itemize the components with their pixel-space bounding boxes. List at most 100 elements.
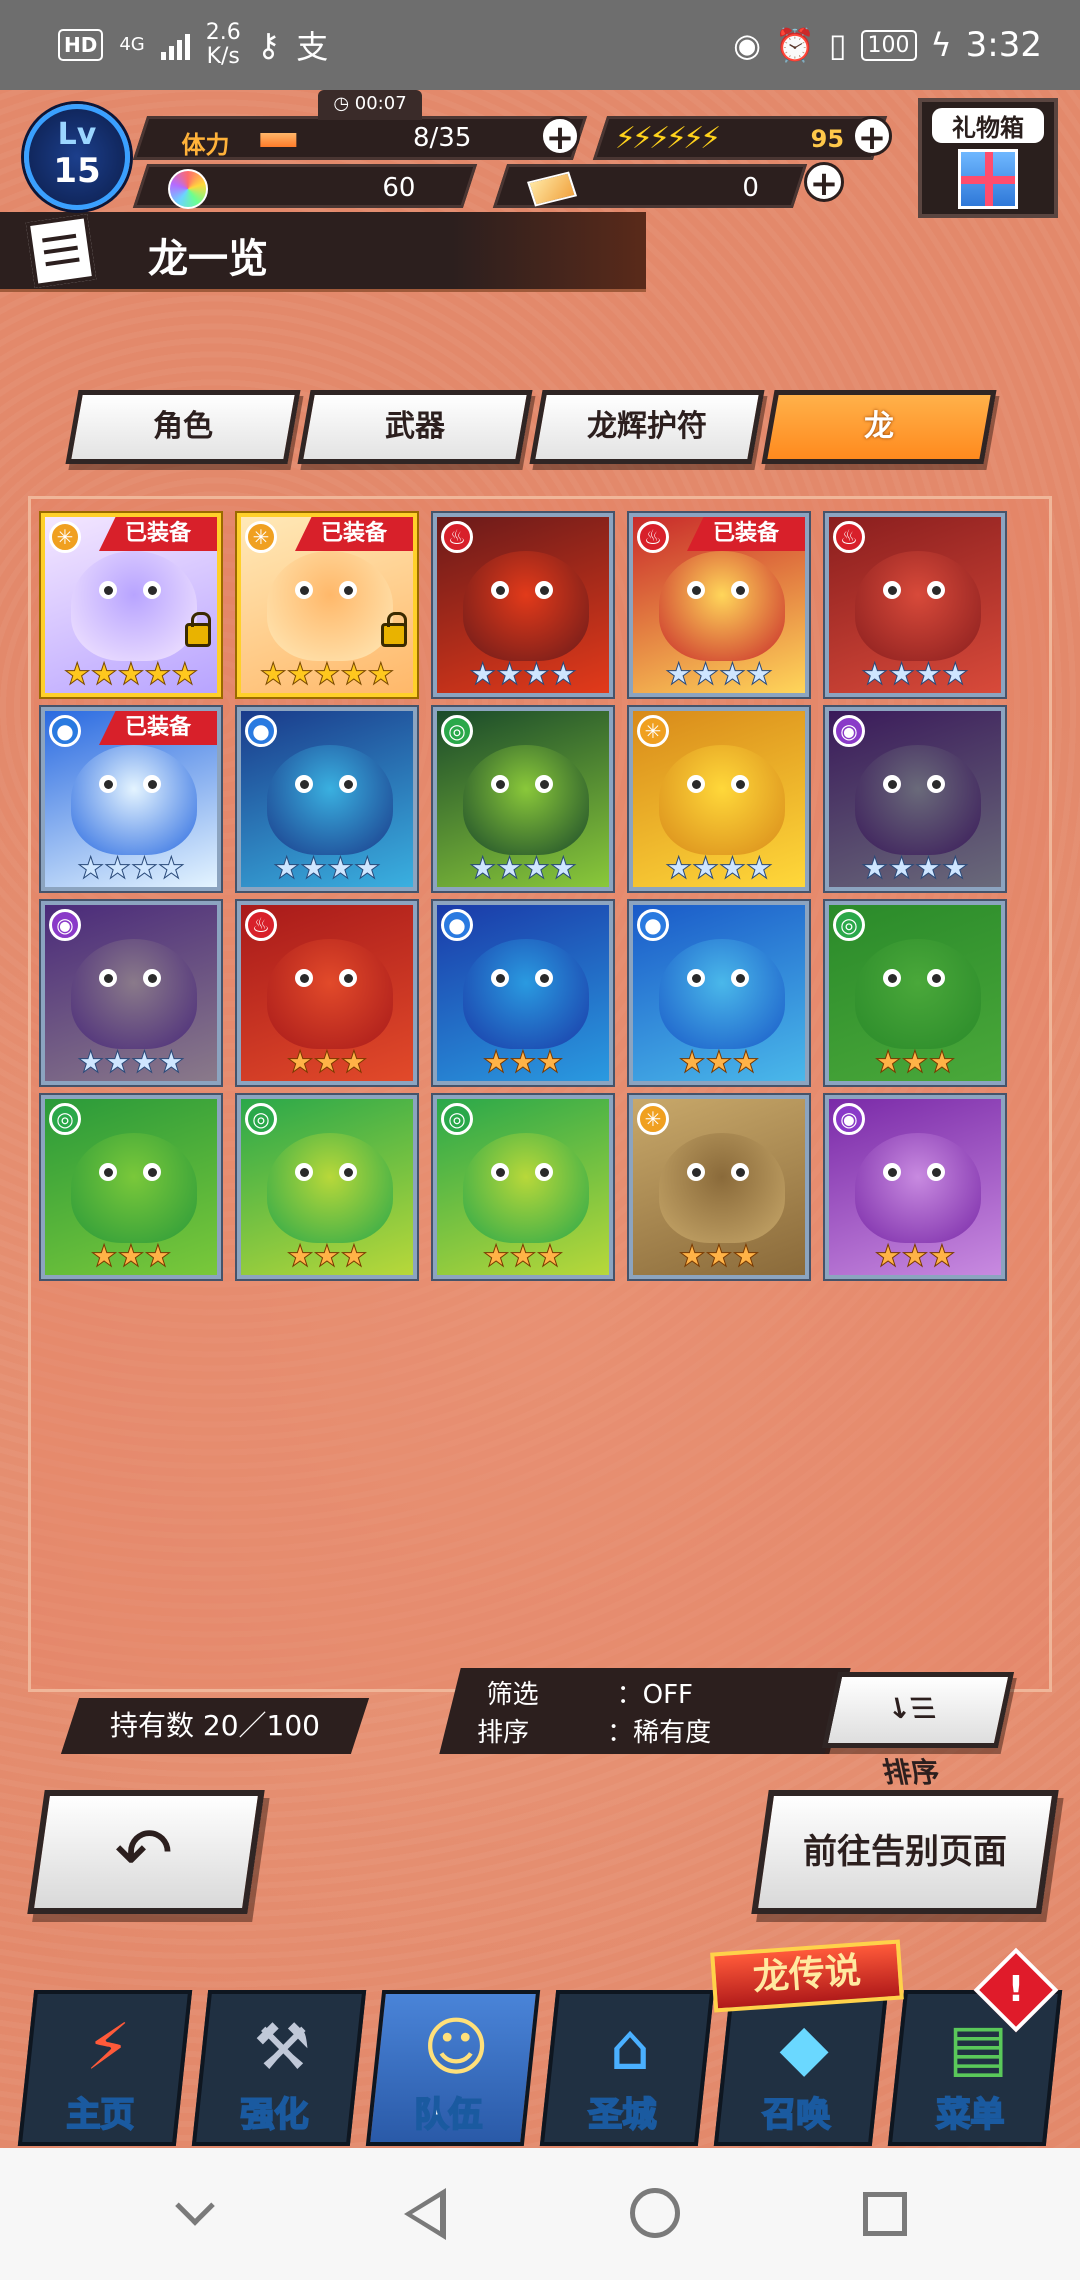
rarity-stars: ★★★ (482, 1045, 564, 1080)
stamina-value: 8/35 (413, 123, 472, 153)
rarity-stars: ★★★ (90, 1239, 172, 1274)
dragon-card[interactable]: ● ★★★★ (237, 707, 417, 891)
add-stamina-button[interactable]: + (540, 116, 580, 157)
rarity-stars: ★★★★ (77, 851, 186, 886)
nav-item-team[interactable]: ☺ 队伍 (365, 1990, 541, 2146)
equipped-badge: 已装备 (295, 517, 413, 551)
rarity-stars: ★★★★ (665, 851, 774, 886)
ticket-bar: 0 (492, 164, 808, 208)
rarity-stars: ★★★★ (861, 657, 970, 692)
tab-wyrmprints[interactable]: 龙辉护符 (529, 390, 765, 464)
player-level-badge: Lv 15 (24, 104, 130, 210)
vpn-key-icon: ⚷ (256, 26, 281, 64)
equipped-badge: 已装备 (99, 517, 217, 551)
sort-button[interactable]: ↓☰ 排序 (821, 1672, 1015, 1789)
water-element-icon: ● (441, 909, 473, 941)
light-element-icon: ✳ (637, 1103, 669, 1135)
battery-icon: 100 (860, 29, 917, 61)
dragon-card[interactable]: ◉ ★★★★ (825, 707, 1005, 891)
add-ticket-button[interactable]: + (804, 162, 844, 203)
sort-status-row: 排序 ：稀有度 (477, 1718, 712, 1748)
rarity-stars: ★★★★★ (259, 657, 395, 692)
gem-bar: 60 (132, 164, 478, 209)
shadow-element-icon: ◉ (833, 715, 865, 747)
farewell-page-button[interactable]: 前往告别页面 (751, 1790, 1059, 1914)
dragon-card[interactable]: ◎ ★★★ (41, 1095, 221, 1279)
nav-item-castle[interactable]: ⌂ 圣城 (539, 1990, 715, 2146)
gem-value: 60 (382, 173, 416, 203)
nav-item-home[interactable]: ⚡ 主页 (17, 1990, 193, 2146)
nav-item-crystal[interactable]: ◆ 召唤 (713, 1990, 889, 2146)
dragon-card[interactable]: ◎ ★★★★ (433, 707, 613, 891)
light-element-icon: ✳ (49, 521, 81, 553)
dragon-card[interactable]: ◉ ★★★★ (41, 901, 221, 1085)
tab-characters[interactable]: 角色 (65, 390, 301, 464)
dragon-card[interactable]: ✳ 已装备 ★★★★★ (237, 513, 417, 697)
crystal-icon: ◆ (779, 2011, 829, 2085)
tab-weapons[interactable]: 武器 (297, 390, 533, 464)
lightning-bolts-icon: ⚡⚡⚡⚡⚡⚡ (614, 121, 718, 156)
nav-item-label: 强化 (239, 2094, 309, 2136)
dragon-card[interactable]: ✳ ★★★ (629, 1095, 809, 1279)
status-bar: HD 4G 2.6 K/s ⚷ 支 ◉ ⏰ ▯ 100 ϟ 3:32 (0, 0, 1080, 90)
rarity-stars: ★★★★★ (63, 657, 199, 692)
level-value: 15 (53, 151, 101, 191)
page-title-banner: 龙一览 (0, 212, 646, 292)
stamina-timer: ◷ 00:07 (318, 90, 422, 120)
nav-item-hammer[interactable]: ⚒ 强化 (191, 1990, 367, 2146)
back-button[interactable]: ↶ (27, 1790, 265, 1914)
hammer-icon: ⚒ (253, 2011, 311, 2085)
dragon-card[interactable]: ● 已装备 ★★★★ (41, 707, 221, 891)
category-tabs: 角色 武器 龙辉护符 龙 (65, 390, 1002, 464)
dragon-card[interactable]: ♨ ★★★ (237, 901, 417, 1085)
dragon-card[interactable]: ♨ 已装备 ★★★★ (629, 513, 809, 697)
ticket-value: 0 (742, 173, 759, 203)
dragon-card[interactable]: ✳ ★★★★ (629, 707, 809, 891)
light-element-icon: ✳ (637, 715, 669, 747)
water-element-icon: ● (637, 909, 669, 941)
bottom-navigation: 龙传说 ! ⚡ 主页 ⚒ 强化 ☺ 队伍 ⌂ 圣城 ◆ 召唤 ▤ 菜单 (0, 1939, 1080, 2148)
system-navigation-bar (0, 2148, 1080, 2280)
nav-item-label: 圣城 (587, 2094, 657, 2136)
tab-dragons[interactable]: 龙 (761, 390, 997, 464)
vibrate-icon: ▯ (828, 26, 847, 64)
book-icon: ▤ (947, 2011, 1009, 2085)
dragon-card[interactable]: ♨ ★★★★ (825, 513, 1005, 697)
notepad-icon (25, 214, 97, 288)
dragon-card[interactable]: ◎ ★★★ (825, 901, 1005, 1085)
fire-element-icon: ♨ (833, 521, 865, 553)
back-arrow-icon: ↶ (114, 1812, 174, 1894)
rarity-stars: ★★★ (678, 1239, 760, 1274)
dragon-card[interactable]: ● ★★★ (629, 901, 809, 1085)
rarity-stars: ★★★ (286, 1239, 368, 1274)
wind-element-icon: ◎ (441, 715, 473, 747)
top-hud: Lv 15 ◷ 00:07 体力 8/35 + ⚡⚡⚡⚡⚡⚡ 95 + 60 0… (0, 90, 1080, 218)
dragon-list-panel: ✳ 已装备 ★★★★★ ✳ 已装备 ★★★★★ ♨ ★★★★ ♨ 已装备 ★★★★ ♨ ★★★★ ● 已装备… (28, 496, 1052, 1692)
rarity-stars: ★★★ (874, 1045, 956, 1080)
ticket-icon (527, 171, 578, 207)
dragon-card[interactable]: ◎ ★★★ (237, 1095, 417, 1279)
lock-icon (381, 612, 407, 647)
dragon-card[interactable]: ♨ ★★★★ (433, 513, 613, 697)
wind-element-icon: ◎ (49, 1103, 81, 1135)
gift-box-button[interactable]: 礼物箱 (918, 98, 1058, 218)
add-energy-button[interactable]: + (852, 116, 892, 157)
dragon-card[interactable]: ● ★★★ (433, 901, 613, 1085)
stamina-bar: 体力 8/35 (132, 116, 588, 160)
rarity-stars: ★★★★ (273, 851, 382, 886)
wind-element-icon: ◎ (833, 909, 865, 941)
level-label: Lv (57, 117, 97, 152)
owned-count: 持有数 20／100 (60, 1698, 370, 1754)
rarity-stars: ★★★ (874, 1239, 956, 1274)
collapse-icon[interactable] (165, 2184, 225, 2244)
fire-element-icon: ♨ (441, 521, 473, 553)
stamina-label: 体力 (181, 131, 230, 159)
network-type: 4G (119, 34, 145, 55)
gift-icon (958, 149, 1018, 209)
dragon-card[interactable]: ◎ ★★★ (433, 1095, 613, 1279)
system-back-button[interactable] (395, 2184, 455, 2244)
dragon-card[interactable]: ✳ 已装备 ★★★★★ (41, 513, 221, 697)
system-home-button[interactable] (625, 2184, 685, 2244)
system-recents-button[interactable] (855, 2184, 915, 2244)
dragon-card[interactable]: ◉ ★★★ (825, 1095, 1005, 1279)
